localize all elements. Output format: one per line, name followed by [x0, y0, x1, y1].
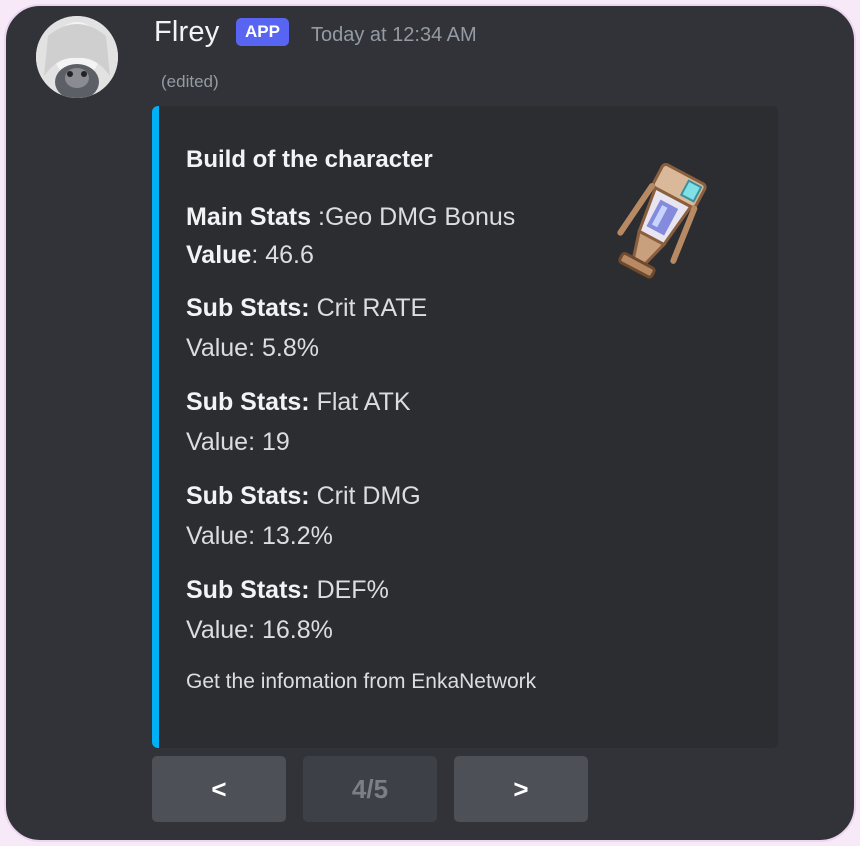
embed-accent-bar: [152, 106, 159, 748]
main-stats-value: Geo DMG Bonus: [324, 203, 516, 231]
avatar[interactable]: [36, 16, 118, 98]
sub-stat-label: Sub Stats:: [186, 294, 310, 322]
embed-content: Build of the character Main Stats :Geo D…: [186, 146, 586, 694]
sub-stat-name: Crit DMG: [309, 482, 421, 510]
embed-title: Build of the character: [186, 146, 433, 173]
prev-page-button[interactable]: <: [152, 756, 286, 822]
sub-stat-label: Sub Stats:: [186, 388, 310, 416]
main-value-line: Value: 46.6: [186, 236, 586, 274]
sub-stat-name: Flat ATK: [309, 388, 411, 416]
username[interactable]: Flrey: [154, 16, 219, 49]
app-badge: APP: [236, 18, 289, 46]
sub-stat-2: Sub Stats: Flat ATK Value: 19: [186, 382, 586, 462]
main-stats-label: Main Stats: [186, 203, 312, 231]
sub-stat-value: Value: 5.8%: [186, 334, 319, 362]
sub-stat-value: Value: 16.8%: [186, 616, 333, 644]
page-indicator-button: 4/5: [303, 756, 437, 822]
edited-label: (edited): [161, 72, 219, 91]
main-stats-line: Main Stats :Geo DMG Bonus: [186, 198, 586, 236]
timestamp: Today at 12:34 AM: [311, 24, 477, 46]
main-value-text: : 46.6: [251, 241, 314, 269]
sub-stat-label: Sub Stats:: [186, 482, 310, 510]
sub-stat-label: Sub Stats:: [186, 576, 310, 604]
embed-footer: Get the infomation from EnkaNetwork: [186, 670, 537, 693]
sub-stat-value: Value: 19: [186, 428, 290, 456]
next-page-button[interactable]: >: [454, 756, 588, 822]
main-stats-separator: :: [311, 203, 325, 231]
sub-stat-1: Sub Stats: Crit RATE Value: 5.8%: [186, 288, 586, 368]
sub-stat-4: Sub Stats: DEF% Value: 16.8%: [186, 570, 586, 650]
embed-card: Build of the character Main Stats :Geo D…: [152, 106, 778, 748]
artifact-goblet-icon: [598, 162, 728, 292]
sub-stat-value: Value: 13.2%: [186, 522, 333, 550]
sub-stat-3: Sub Stats: Crit DMG Value: 13.2%: [186, 476, 586, 556]
sub-stat-name: Crit RATE: [309, 294, 428, 322]
sub-stat-name: DEF%: [309, 576, 389, 604]
message-frame: Flrey APP Today at 12:34 AM (edited) Bui…: [4, 4, 856, 842]
main-value-label: Value: [186, 241, 252, 269]
